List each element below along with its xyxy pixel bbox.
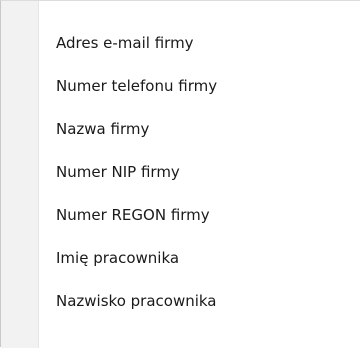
menu-item-company-nip[interactable]: Numer NIP firmy <box>1 154 360 197</box>
menu-item-employee-last-name[interactable]: Nazwisko pracownika <box>1 283 360 326</box>
menu-item-list: Adres e-mail firmy Numer telefonu firmy … <box>1 25 360 326</box>
menu-item-company-email[interactable]: Adres e-mail firmy <box>1 25 360 68</box>
menu-item-company-regon[interactable]: Numer REGON firmy <box>1 197 360 240</box>
menu-item-employee-first-name[interactable]: Imię pracownika <box>1 240 360 283</box>
menu-item-company-phone[interactable]: Numer telefonu firmy <box>1 68 360 111</box>
menu-item-company-name[interactable]: Nazwa firmy <box>1 111 360 154</box>
context-menu: Adres e-mail firmy Numer telefonu firmy … <box>0 0 360 348</box>
